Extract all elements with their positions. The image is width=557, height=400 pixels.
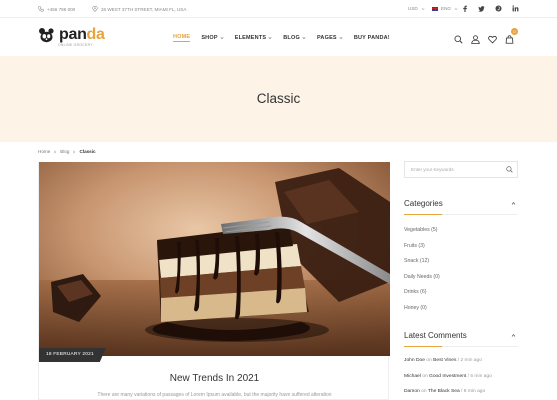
- language-select[interactable]: ENG: [432, 6, 458, 11]
- post-title[interactable]: New Trends In 2021: [39, 373, 390, 384]
- phone-contact[interactable]: +456 786 000: [38, 6, 75, 12]
- cart-count-badge: 0: [511, 28, 518, 35]
- categories-widget-title[interactable]: Categories: [404, 199, 518, 215]
- nav-home[interactable]: HOME: [173, 34, 191, 42]
- comment-on-text: on: [421, 389, 427, 394]
- latest-comments-widget-title[interactable]: Latest Comments: [404, 331, 518, 347]
- language-value: ENG: [441, 6, 451, 11]
- twitter-icon[interactable]: [478, 5, 485, 12]
- comment-post-link[interactable]: Best Vines: [433, 358, 456, 363]
- main-header: panda ONLINE GROCERY HOME SHOP ELEMENTS …: [0, 18, 557, 56]
- nav-shop[interactable]: SHOP: [201, 34, 224, 42]
- logo-name-main: pan: [59, 26, 87, 43]
- address-text: 26 WEST 37TH STREET, MIAMI FL, USA: [101, 6, 187, 12]
- phone-icon: [38, 6, 44, 12]
- phone-number: +456 786 000: [47, 6, 76, 12]
- breadcrumb-blog[interactable]: Blog: [60, 149, 69, 154]
- sidebar-search: [404, 161, 518, 178]
- panda-logo-icon: [39, 28, 54, 43]
- category-item[interactable]: Vegetables (5): [404, 227, 518, 243]
- comment-post-link[interactable]: Good Investment: [429, 374, 466, 379]
- breadcrumb-home[interactable]: Home: [38, 149, 50, 154]
- search-input[interactable]: [405, 162, 505, 177]
- post-date-badge: 18 FEBRUARY 2021: [39, 348, 106, 362]
- category-item[interactable]: Honey (0): [404, 305, 518, 321]
- logo-name-accent: da: [86, 26, 105, 43]
- chevron-down-icon: [454, 7, 458, 10]
- categories-title: Categories: [404, 199, 443, 208]
- comment-post-link[interactable]: The Black Sea: [428, 389, 460, 394]
- category-item[interactable]: Snack (12): [404, 258, 518, 274]
- nav-blog[interactable]: BLOG: [283, 34, 306, 42]
- category-item[interactable]: Daily Needs (0): [404, 274, 518, 290]
- comment-author[interactable]: Damon: [404, 389, 420, 394]
- nav-label: BLOG: [283, 35, 300, 41]
- nav-label: SHOP: [201, 35, 218, 41]
- comment-item: Michael on Good Investment / 5 min ago: [404, 374, 544, 390]
- chocolate-cake-illustration: [39, 162, 390, 356]
- post-excerpt: There are many variations of passages of…: [97, 392, 332, 398]
- chevron-right-icon: [54, 150, 57, 153]
- linkedin-icon[interactable]: [512, 5, 519, 12]
- site-logo[interactable]: panda ONLINE GROCERY: [38, 27, 105, 47]
- shopping-bag-icon: [505, 35, 514, 44]
- comment-item: John Doe on Best Vines / 2 min ago: [404, 358, 544, 374]
- comment-author[interactable]: Michael: [404, 374, 421, 379]
- comment-author[interactable]: John Doe: [404, 358, 425, 363]
- address-info: 26 WEST 37TH STREET, MIAMI FL, USA: [92, 6, 186, 12]
- facebook-icon[interactable]: [462, 5, 468, 12]
- wishlist-heart-icon[interactable]: [488, 31, 497, 49]
- nav-pages[interactable]: PAGES: [317, 34, 343, 42]
- chevron-right-icon: [73, 150, 76, 153]
- chevron-down-icon: [339, 37, 343, 40]
- breadcrumb: Home Blog Classic: [38, 149, 96, 154]
- chevron-down-icon: [421, 7, 425, 10]
- user-account-icon[interactable]: [471, 31, 480, 49]
- search-icon[interactable]: [454, 31, 463, 49]
- comment-time: / 8 min ago: [461, 389, 486, 394]
- chevron-down-icon: [268, 37, 272, 40]
- logo-tagline: ONLINE GROCERY: [58, 43, 93, 47]
- nav-label: BUY PANDA!: [353, 35, 390, 41]
- categories-list: Vegetables (5) Fruits (3) Snack (12) Dai…: [404, 227, 518, 320]
- post-featured-image[interactable]: [39, 162, 390, 356]
- nav-elements[interactable]: ELEMENTS: [235, 34, 273, 42]
- comment-on-text: on: [422, 373, 428, 379]
- comment-item: Damon on The Black Sea / 8 min ago: [404, 389, 544, 400]
- currency-select[interactable]: USD: [408, 6, 425, 11]
- nav-label: ELEMENTS: [234, 35, 267, 41]
- page-title: Classic: [256, 91, 301, 106]
- nav-label: HOME: [173, 34, 191, 40]
- chevron-down-icon: [220, 37, 224, 40]
- blog-post-card: 18 FEBRUARY 2021 New Trends In 2021 Ther…: [38, 162, 390, 400]
- header-actions: 0: [454, 28, 518, 49]
- latest-comments-title: Latest Comments: [404, 331, 467, 340]
- chevron-up-icon: [511, 333, 516, 337]
- latest-comments-list: John Doe on Best Vines / 2 min ago Micha…: [404, 358, 544, 400]
- social-links: [462, 5, 519, 12]
- pinterest-icon[interactable]: [495, 5, 502, 12]
- breadcrumb-current: Classic: [79, 149, 96, 154]
- nav-buy-panda[interactable]: BUY PANDA!: [354, 34, 390, 42]
- uk-flag-icon: [432, 6, 438, 11]
- comment-time: / 5 min ago: [467, 373, 492, 379]
- chevron-down-icon: [302, 37, 306, 40]
- main-nav: HOME SHOP ELEMENTS BLOG PAGES BUY PANDA!: [173, 34, 390, 42]
- comment-on-text: on: [426, 358, 432, 363]
- location-pin-icon: [92, 6, 98, 12]
- logo-wordmark: panda: [59, 27, 105, 43]
- chevron-up-icon: [511, 201, 516, 205]
- top-bar: +456 786 000 26 WEST 37TH STREET, MIAMI …: [0, 0, 557, 18]
- comment-time: / 2 min ago: [457, 358, 482, 363]
- cart-button[interactable]: 0: [505, 28, 518, 49]
- page-title-band: Classic: [0, 56, 557, 142]
- search-icon[interactable]: [506, 166, 513, 174]
- nav-label: PAGES: [316, 35, 337, 41]
- category-item[interactable]: Drinks (6): [404, 289, 518, 305]
- currency-value: USD: [408, 6, 418, 11]
- category-item[interactable]: Fruits (3): [404, 243, 518, 259]
